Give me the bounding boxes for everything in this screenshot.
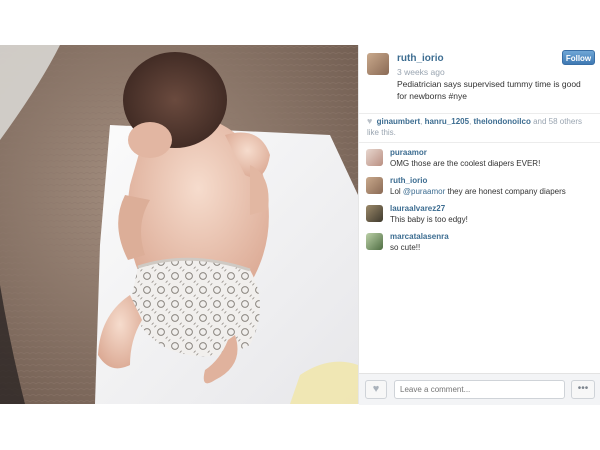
author-username[interactable]: ruth_iorio xyxy=(397,53,444,64)
like-button[interactable]: ♥ xyxy=(365,380,387,399)
comment-prefix: Lol xyxy=(390,187,403,196)
comment-username[interactable]: lauraalvarez27 xyxy=(390,204,445,213)
comment-item: lauraalvarez27 This baby is too edgy! xyxy=(359,203,600,231)
commenter-avatar[interactable] xyxy=(366,149,383,166)
heart-icon: ♥ xyxy=(367,116,373,126)
comment-item: ruth_iorio Lol @puraamor they are honest… xyxy=(359,175,600,203)
comment-username[interactable]: marcatalasenra xyxy=(390,232,449,241)
comment-text: Lol @puraamor they are honest company di… xyxy=(390,187,566,196)
comment-text: OMG those are the coolest diapers EVER! xyxy=(390,159,541,168)
heart-icon: ♥ xyxy=(372,383,380,395)
comment-input[interactable] xyxy=(394,380,565,399)
post-details-panel: ruth_iorio 3 weeks ago Pediatrician says… xyxy=(358,45,600,405)
follow-button[interactable]: Follow xyxy=(562,50,595,65)
comment-footer: ♥ ••• xyxy=(359,373,600,405)
commenter-avatar[interactable] xyxy=(366,205,383,222)
liker-link[interactable]: hanru_1205 xyxy=(425,117,469,126)
post-caption: Pediatrician says supervised tummy time … xyxy=(397,79,581,101)
post-header: ruth_iorio 3 weeks ago Pediatrician says… xyxy=(359,45,600,114)
comment-username[interactable]: ruth_iorio xyxy=(390,176,427,185)
comment-item: puraamor OMG those are the coolest diape… xyxy=(359,147,600,175)
liker-link[interactable]: ginaumbert xyxy=(377,117,421,126)
commenter-avatar[interactable] xyxy=(366,233,383,250)
comment-body: they are honest company diapers xyxy=(445,187,566,196)
post-photo[interactable] xyxy=(0,45,358,404)
comment-username[interactable]: puraamor xyxy=(390,148,427,157)
commenter-avatar[interactable] xyxy=(366,177,383,194)
more-options-button[interactable]: ••• xyxy=(571,380,595,399)
post-timestamp[interactable]: 3 weeks ago xyxy=(397,67,445,77)
more-options-icon: ••• xyxy=(577,383,589,394)
divider xyxy=(359,142,600,143)
likes-summary: ♥ ginaumbert, hanru_1205, thelondonoilco… xyxy=(359,116,600,143)
comment-item: marcatalasenra so cute!! xyxy=(359,231,600,259)
comment-text: This baby is too edgy! xyxy=(390,215,468,224)
baby-photo-illustration xyxy=(0,45,358,404)
liker-link[interactable]: thelondonoilco xyxy=(474,117,531,126)
mention-link[interactable]: @puraamor xyxy=(403,187,445,196)
comment-text: so cute!! xyxy=(390,243,421,252)
author-avatar[interactable] xyxy=(367,53,389,75)
